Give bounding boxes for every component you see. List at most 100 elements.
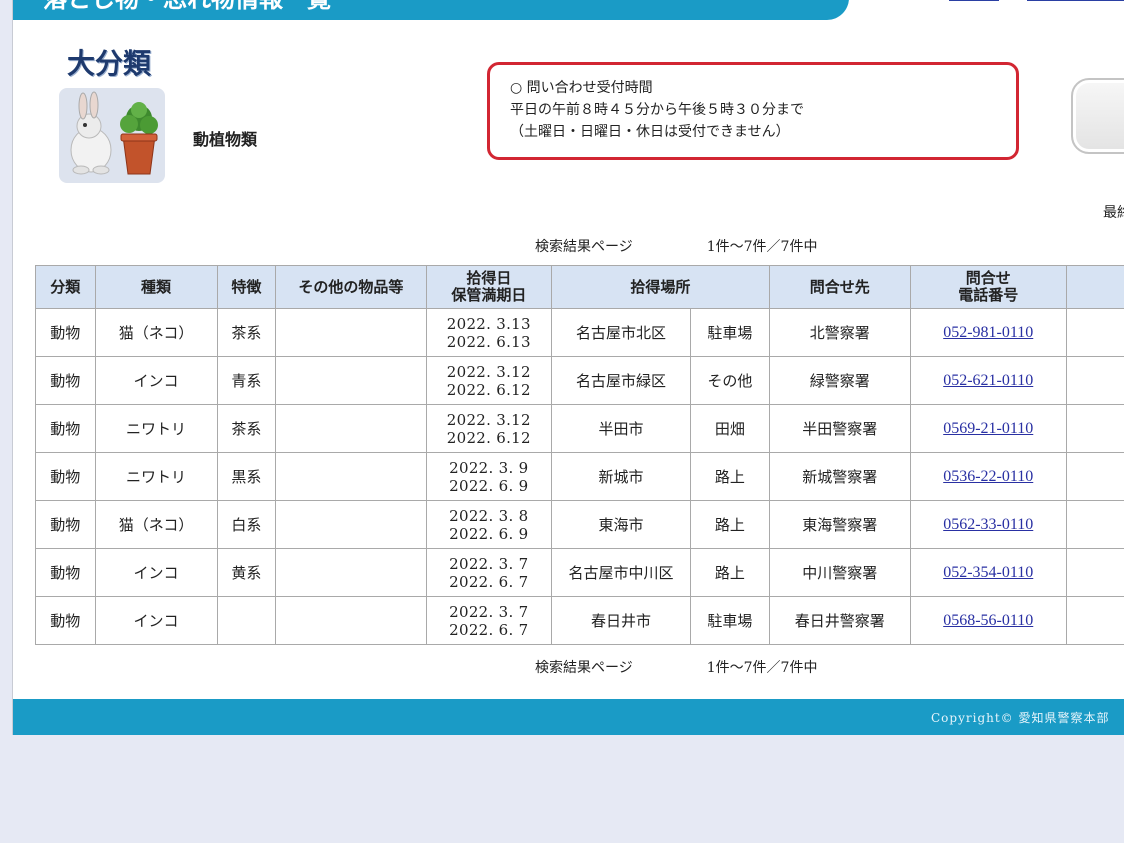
cell-place-city: 新城市	[551, 452, 691, 501]
cell-type: ニワトリ	[94, 452, 218, 501]
top-nav-link[interactable]	[949, 0, 999, 1]
cell-phone: 0568-56-0110	[909, 596, 1067, 645]
header-contact: 問合せ先	[768, 265, 911, 309]
cell-category: 動物	[35, 308, 96, 357]
found-date: 2022. 3. 7	[449, 602, 529, 621]
cell-other	[275, 500, 427, 549]
cell-place-city: 名古屋市中川区	[551, 548, 691, 597]
found-date: 2022. 3.13	[446, 314, 531, 333]
cell-type: インコ	[94, 356, 218, 405]
phone-link[interactable]: 052-981-0110	[943, 324, 1033, 341]
cell-phone: 0536-22-0110	[909, 452, 1067, 501]
cell-place-detail: 田畑	[689, 404, 770, 453]
cell-type: 猫（ネコ）	[94, 308, 218, 357]
table-row: 動物 猫（ネコ） 白系 2022. 3. 8 2022. 6. 9 東海市 路上 …	[35, 500, 1124, 549]
inquiry-hours-notice: ○ 問い合わせ受付時間 平日の午前８時４５分から午後５時３０分まで （土曜日・日…	[487, 62, 1019, 160]
cell-other	[275, 596, 427, 645]
header-category: 分類	[35, 265, 96, 309]
cell-extra	[1065, 404, 1124, 453]
cell-extra	[1065, 548, 1124, 597]
cell-feature: 黄系	[216, 548, 277, 597]
expiry-date: 2022. 6. 7	[449, 620, 529, 639]
notice-line: 平日の午前８時４５分から午後５時３０分まで	[510, 102, 804, 118]
header-dates: 拾得日 保管満期日	[425, 265, 553, 309]
pager-count: 1件〜7件／7件中	[706, 660, 818, 676]
table-row: 動物 インコ 2022. 3. 7 2022. 6. 7 春日井市 駐車場 春日井…	[35, 596, 1124, 645]
cell-contact: 北警察署	[768, 308, 911, 357]
pager-label: 検索結果ページ	[535, 660, 633, 676]
table-row: 動物 インコ 黄系 2022. 3. 7 2022. 6. 7 名古屋市中川区 路…	[35, 548, 1124, 597]
page-title-bar: 落とし物・忘れ物情報一覧	[13, 0, 849, 20]
cell-other	[275, 404, 427, 453]
cell-category: 動物	[35, 452, 96, 501]
copyright-text: Copyright© 愛知県警察本部	[931, 711, 1110, 725]
header-phone-line1: 問合せ	[965, 269, 1011, 287]
phone-link[interactable]: 0536-22-0110	[943, 468, 1033, 485]
cell-feature	[216, 596, 277, 645]
found-date: 2022. 3. 7	[449, 554, 529, 573]
header-phone: 問合せ 電話番号	[909, 265, 1067, 309]
table-row: 動物 ニワトリ 黒系 2022. 3. 9 2022. 6. 9 新城市 路上 新…	[35, 452, 1124, 501]
notice-line: ○ 問い合わせ受付時間	[510, 80, 653, 96]
header-place: 拾得場所	[551, 265, 770, 309]
cell-place-city: 半田市	[551, 404, 691, 453]
cell-feature: 黒系	[216, 452, 277, 501]
cell-extra	[1065, 500, 1124, 549]
cell-type: ニワトリ	[94, 404, 218, 453]
cell-category: 動物	[35, 596, 96, 645]
table-header-row: 分類 種類 特徴 その他の物品等 拾得日 保管満期日 拾得場所 問合せ先 問合せ電…	[35, 265, 1124, 309]
cell-category: 動物	[35, 548, 96, 597]
header-date-line1: 拾得日	[466, 269, 512, 287]
header-feature: 特徴	[216, 265, 277, 309]
expiry-date: 2022. 6. 9	[449, 524, 529, 543]
phone-link[interactable]: 052-354-0110	[943, 564, 1033, 581]
last-updated-label: 最終	[1103, 205, 1124, 221]
top-nav-link[interactable]	[1027, 0, 1124, 1]
cell-feature: 青系	[216, 356, 277, 405]
cell-extra	[1065, 596, 1124, 645]
cell-feature: 白系	[216, 500, 277, 549]
header-date-line2: 保管満期日	[451, 286, 527, 304]
cell-contact: 春日井警察署	[768, 596, 911, 645]
found-date: 2022. 3.12	[446, 410, 531, 429]
table-row: 動物 ニワトリ 茶系 2022. 3.12 2022. 6.12 半田市 田畑 半…	[35, 404, 1124, 453]
expiry-date: 2022. 6.12	[446, 428, 531, 447]
pager-bottom: 検索結果ページ 1件〜7件／7件中	[535, 657, 817, 677]
cell-place-detail: 駐車場	[689, 308, 770, 357]
cell-contact: 緑警察署	[768, 356, 911, 405]
page-container: 落とし物・忘れ物情報一覧 大分類 動植物類 ○ 問い合わせ受付時間 平日の午前８	[12, 0, 1124, 735]
expiry-date: 2022. 6.12	[446, 380, 531, 399]
side-button[interactable]	[1071, 78, 1124, 154]
cell-contact: 中川警察署	[768, 548, 911, 597]
found-date: 2022. 3. 9	[449, 458, 529, 477]
cell-phone: 0569-21-0110	[909, 404, 1067, 453]
cell-other	[275, 308, 427, 357]
phone-link[interactable]: 0562-33-0110	[943, 516, 1033, 533]
cell-extra	[1065, 452, 1124, 501]
phone-link[interactable]: 052-621-0110	[943, 372, 1033, 389]
cell-other	[275, 356, 427, 405]
phone-link[interactable]: 0569-21-0110	[943, 420, 1033, 437]
cell-phone: 052-621-0110	[909, 356, 1067, 405]
cell-place-city: 名古屋市緑区	[551, 356, 691, 405]
phone-link[interactable]: 0568-56-0110	[943, 612, 1033, 629]
category-image	[59, 88, 165, 183]
category-label: 動植物類	[193, 130, 258, 149]
found-date: 2022. 3.12	[446, 362, 531, 381]
cell-place-detail: 駐車場	[689, 596, 770, 645]
cell-place-detail: その他	[689, 356, 770, 405]
results-table: 分類 種類 特徴 その他の物品等 拾得日 保管満期日 拾得場所 問合せ先 問合せ電…	[35, 265, 1124, 645]
cell-phone: 0562-33-0110	[909, 500, 1067, 549]
table-row: 動物 猫（ネコ） 茶系 2022. 3.13 2022. 6.13 名古屋市北区 …	[35, 308, 1124, 357]
pager-label: 検索結果ページ	[535, 239, 633, 255]
header-extra	[1065, 265, 1124, 309]
notice-line: （土曜日・日曜日・休日は受付できません）	[510, 124, 790, 140]
cell-feature: 茶系	[216, 308, 277, 357]
expiry-date: 2022. 6. 7	[449, 572, 529, 591]
cell-place-city: 名古屋市北区	[551, 308, 691, 357]
cell-other	[275, 548, 427, 597]
rabbit-plant-image	[70, 91, 158, 175]
cell-dates: 2022. 3. 9 2022. 6. 9	[425, 452, 553, 501]
cell-place-city: 東海市	[551, 500, 691, 549]
header-other-items: その他の物品等	[275, 265, 427, 309]
